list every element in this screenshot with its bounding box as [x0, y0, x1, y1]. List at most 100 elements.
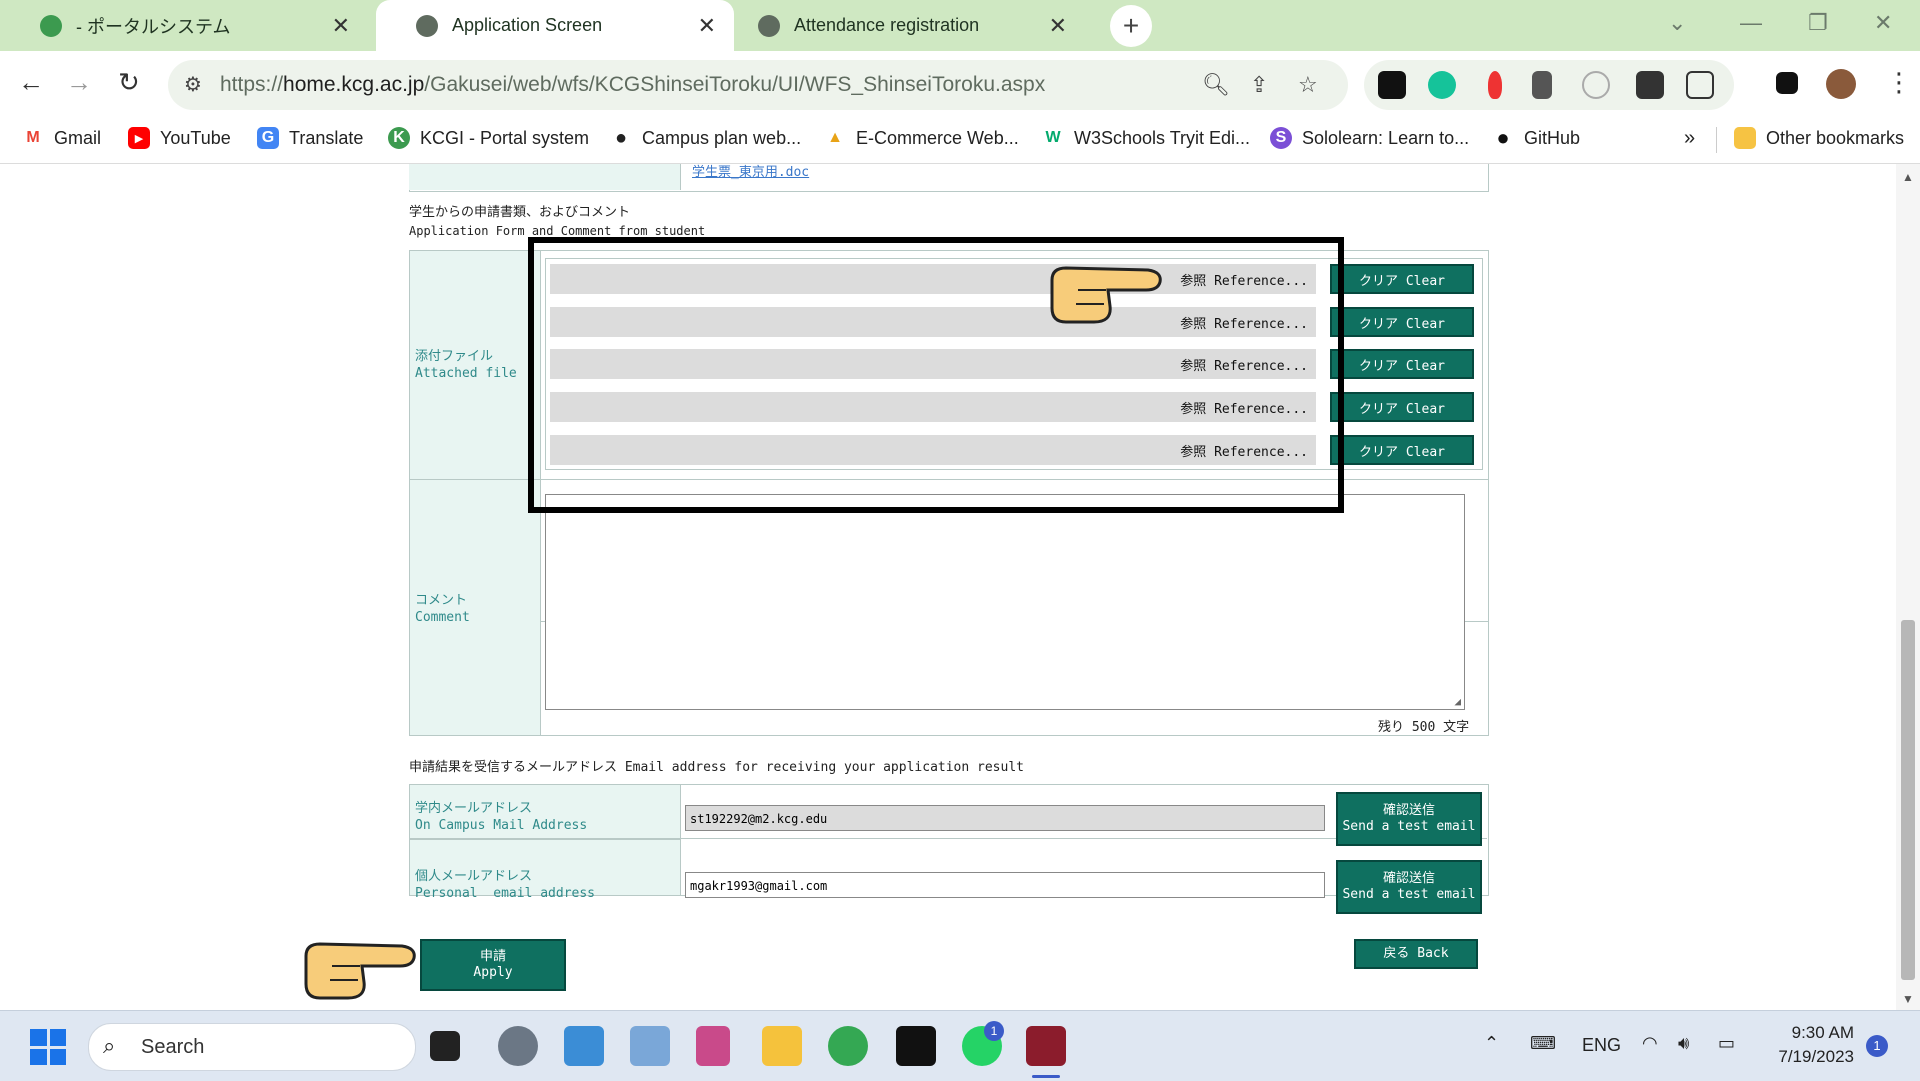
search-placeholder: Search — [141, 1036, 205, 1058]
bookmark-github[interactable]: ● GitHub — [1492, 125, 1580, 150]
tray-overflow-icon[interactable]: ⌃ — [1484, 1033, 1499, 1054]
bookmark-w3schools[interactable]: W W3Schools Tryit Edi... — [1042, 127, 1250, 149]
tab-label: - ポータルシステム — [76, 16, 231, 37]
email-section-title: 申請結果を受信するメールアドレス Email address for recei… — [409, 760, 1024, 775]
taskbar-search-box[interactable]: ⌕ Search — [88, 1023, 416, 1071]
section-title: 学生からの申請書類、およびコメント Application Form and C… — [409, 205, 706, 238]
pycharm-icon[interactable] — [896, 1026, 936, 1066]
github-icon: ● — [1492, 125, 1514, 150]
back-button[interactable]: 戻る Back — [1354, 939, 1478, 969]
minimize-icon[interactable]: — — [1740, 10, 1762, 36]
resize-handle-icon[interactable]: ◢ — [1454, 695, 1461, 708]
clear-button-3[interactable]: クリア Clear — [1330, 349, 1474, 379]
translate-icon: G — [257, 127, 279, 149]
eyedropper-icon[interactable] — [1532, 71, 1552, 99]
more-bookmarks-button[interactable]: » — [1684, 127, 1695, 150]
keyboard-icon[interactable]: ⌨ — [1530, 1033, 1556, 1054]
pointing-hand-icon — [1050, 266, 1162, 324]
forward-arrow-icon[interactable]: → — [66, 67, 92, 98]
scrollbar-thumb[interactable] — [1901, 620, 1915, 980]
share-icon[interactable]: ⇪ — [1250, 72, 1268, 98]
personal-email-field[interactable]: mgakr1993@gmail.com — [685, 872, 1325, 898]
bookmark-translate[interactable]: G Translate — [257, 127, 363, 149]
reload-icon[interactable]: ↻ — [118, 67, 140, 98]
globe-icon — [758, 14, 780, 37]
menu-kebab-icon[interactable]: ⋮ — [1886, 67, 1912, 98]
tab-portal[interactable]: - ポータルシステム ✕ — [0, 0, 368, 51]
task-view-icon[interactable] — [430, 1031, 460, 1061]
site-info-icon[interactable]: ⚙ — [184, 72, 202, 97]
kcg-icon: K — [388, 127, 410, 149]
tab-application-screen[interactable]: Application Screen ✕ — [376, 0, 734, 51]
pin-extension-icon[interactable] — [1488, 71, 1502, 99]
other-bookmarks[interactable]: Other bookmarks — [1734, 127, 1904, 149]
clear-button-1[interactable]: クリア Clear — [1330, 264, 1474, 294]
photos-icon[interactable] — [630, 1026, 670, 1066]
tab-search-icon[interactable]: ⌄ — [1668, 10, 1686, 36]
grammarly-icon[interactable] — [1428, 71, 1456, 99]
bookmark-gmail[interactable]: M Gmail — [22, 127, 101, 149]
clear-button-2[interactable]: クリア Clear — [1330, 307, 1474, 337]
compass-icon[interactable] — [1582, 71, 1610, 99]
control-panel-icon[interactable] — [564, 1026, 604, 1066]
personal-test-email-button[interactable]: 確認送信 Send a test email — [1336, 860, 1482, 914]
scroll-down-icon[interactable]: ▼ — [1902, 992, 1914, 1006]
bookmark-ecommerce[interactable]: ▲ E-Commerce Web... — [824, 127, 1019, 149]
close-tab-icon[interactable]: ✕ — [1049, 13, 1067, 39]
kcg-favicon-icon — [40, 14, 62, 37]
close-tab-icon[interactable]: ✕ — [332, 13, 350, 39]
restore-icon[interactable]: ❐ — [1808, 10, 1828, 36]
zoom-icon[interactable]: 🔍︎ — [1202, 72, 1230, 98]
back-arrow-icon[interactable]: ← — [18, 67, 44, 98]
comment-textarea[interactable]: ◢ — [545, 494, 1465, 710]
url-text: https://home.kcg.ac.jp/Gakusei/web/wfs/K… — [220, 73, 1046, 96]
snipping-tool-icon[interactable] — [696, 1026, 730, 1066]
puzzle-icon[interactable] — [1686, 71, 1714, 99]
new-tab-button[interactable]: + — [1110, 5, 1152, 47]
bookmark-campus-plan[interactable]: ● Campus plan web... — [610, 127, 801, 149]
chrome-icon[interactable] — [828, 1026, 868, 1066]
bookmark-star-icon[interactable]: ☆ — [1298, 72, 1318, 98]
bookmark-sololearn[interactable]: S Sololearn: Learn to... — [1270, 127, 1469, 149]
row-divider — [680, 164, 681, 190]
language-indicator[interactable]: ENG — [1582, 1035, 1621, 1056]
profile-avatar[interactable] — [1826, 69, 1856, 99]
tab-label: Attendance registration — [794, 15, 980, 35]
clock[interactable]: 9:30 AM 7/19/2023 — [1766, 1021, 1854, 1069]
extensions-bar — [1364, 60, 1734, 110]
wifi-icon[interactable]: ◠ — [1642, 1033, 1658, 1054]
previous-label-cell — [409, 164, 680, 190]
tab-attendance[interactable]: Attendance registration ✕ — [740, 0, 1085, 51]
bookmark-youtube[interactable]: ▶ YouTube — [128, 127, 231, 149]
bookmark-kcgi-portal[interactable]: K KCGI - Portal system — [388, 127, 589, 149]
globe-icon — [416, 14, 438, 37]
ecommerce-icon: ▲ — [824, 127, 846, 149]
windows-start-icon[interactable] — [30, 1029, 66, 1065]
campus-test-email-button[interactable]: 確認送信 Send a test email — [1336, 792, 1482, 846]
remote-app-icon[interactable] — [1026, 1026, 1066, 1066]
close-window-icon[interactable]: ✕ — [1874, 10, 1892, 36]
application-page: 学生票_東京用.doc 学生からの申請書類、およびコメント Applicatio… — [0, 164, 1896, 1010]
notification-badge[interactable]: 1 — [1866, 1035, 1888, 1057]
apply-button[interactable]: 申請 Apply — [420, 939, 566, 991]
tab-label: Application Screen — [452, 15, 603, 35]
volume-icon[interactable]: 🔊︎ — [1678, 1033, 1689, 1054]
close-tab-icon[interactable]: ✕ — [698, 13, 716, 39]
clear-button-4[interactable]: クリア Clear — [1330, 392, 1474, 422]
uploaded-file-link[interactable]: 学生票_東京用.doc — [692, 164, 809, 181]
extension-icon[interactable] — [1378, 71, 1406, 99]
settings-icon[interactable] — [498, 1026, 538, 1066]
campus-email-field[interactable]: st192292@m2.kcg.edu — [685, 805, 1325, 831]
windows-taskbar: ⌕ Search 1 ⌃ ⌨ ENG ◠ 🔊︎ ▭ 9:30 AM 7/19/2… — [0, 1010, 1920, 1081]
search-icon: ⌕ — [103, 1033, 116, 1058]
globe-icon: ● — [610, 127, 632, 149]
remaining-characters: 残り 500 文字 — [1378, 720, 1470, 735]
clear-button-5[interactable]: クリア Clear — [1330, 435, 1474, 465]
address-bar[interactable]: ⚙ https://home.kcg.ac.jp/Gakusei/web/wfs… — [168, 60, 1348, 110]
file-explorer-icon[interactable] — [762, 1026, 802, 1066]
battery-icon[interactable]: ▭ — [1718, 1033, 1735, 1054]
z-extension-icon[interactable] — [1636, 71, 1664, 99]
bookmarks-bar: M Gmail ▶ YouTube G Translate K KCGI - Porta… — [0, 119, 1920, 164]
side-panel-icon[interactable] — [1776, 72, 1798, 94]
scroll-up-icon[interactable]: ▲ — [1902, 170, 1914, 184]
